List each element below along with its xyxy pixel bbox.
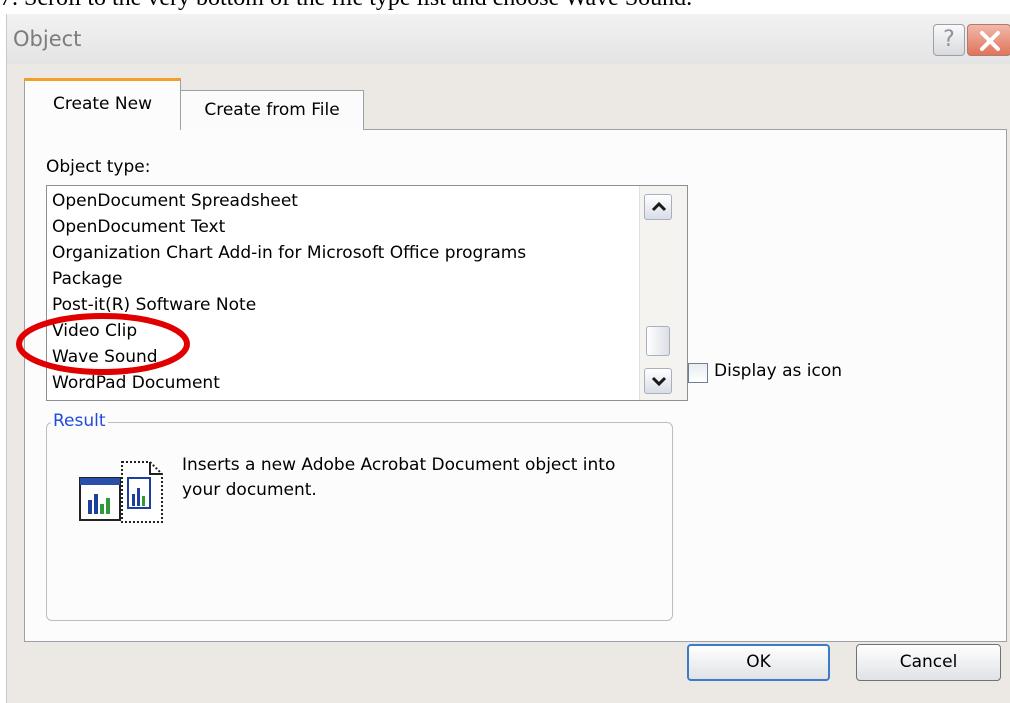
object-type-items: OpenDocument Spreadsheet OpenDocument Tex…	[52, 188, 632, 396]
scroll-down-icon	[651, 376, 667, 387]
result-group: Result Inserts a new Adobe Acrobat Docum…	[46, 411, 673, 621]
ok-button[interactable]: OK	[687, 644, 830, 681]
scroll-up-icon	[651, 201, 667, 212]
list-scrollbar[interactable]	[639, 186, 687, 400]
list-item[interactable]: WordPad Document	[52, 370, 632, 396]
scroll-thumb[interactable]	[646, 326, 670, 356]
instruction-text: 7. Scroll to the very bottom of the file…	[0, 0, 1010, 10]
help-icon: ?	[943, 27, 955, 52]
tab-create-from-file[interactable]: Create from File	[181, 90, 364, 130]
object-type-label: Object type:	[46, 157, 151, 177]
list-item[interactable]: OpenDocument Text	[52, 214, 632, 240]
list-item[interactable]: Video Clip	[52, 318, 632, 344]
list-item[interactable]: Package	[52, 266, 632, 292]
cancel-button[interactable]: Cancel	[856, 644, 1001, 681]
tab-create-from-file-label: Create from File	[204, 100, 340, 120]
title-bar: Object ?	[7, 14, 1010, 64]
help-button[interactable]: ?	[933, 24, 965, 56]
close-button[interactable]	[967, 24, 1010, 56]
display-as-icon-checkbox[interactable]	[688, 363, 708, 383]
close-icon	[980, 31, 1000, 51]
result-legend: Result	[51, 411, 108, 431]
list-item[interactable]: Wave Sound	[52, 344, 632, 370]
list-item[interactable]: OpenDocument Spreadsheet	[52, 188, 632, 214]
object-type-list[interactable]: OpenDocument Spreadsheet OpenDocument Tex…	[46, 185, 688, 401]
scroll-down-button[interactable]	[644, 368, 672, 394]
list-item[interactable]: Organization Chart Add-in for Microsoft …	[52, 240, 632, 266]
result-description: Inserts a new Adobe Acrobat Document obj…	[182, 455, 616, 500]
document-object-icon	[79, 461, 163, 523]
display-as-icon-label: Display as icon	[714, 361, 842, 381]
tab-create-new-label: Create New	[53, 94, 152, 114]
tab-panel: Object type: OpenDocument Spreadsheet Ope…	[24, 129, 1007, 642]
object-dialog: Object ? Create New Create from File Obj…	[6, 14, 1010, 703]
list-item[interactable]: Post-it(R) Software Note	[52, 292, 632, 318]
tab-create-new[interactable]: Create New	[24, 78, 181, 130]
scroll-up-button[interactable]	[644, 194, 672, 220]
dialog-title: Object	[13, 27, 82, 51]
